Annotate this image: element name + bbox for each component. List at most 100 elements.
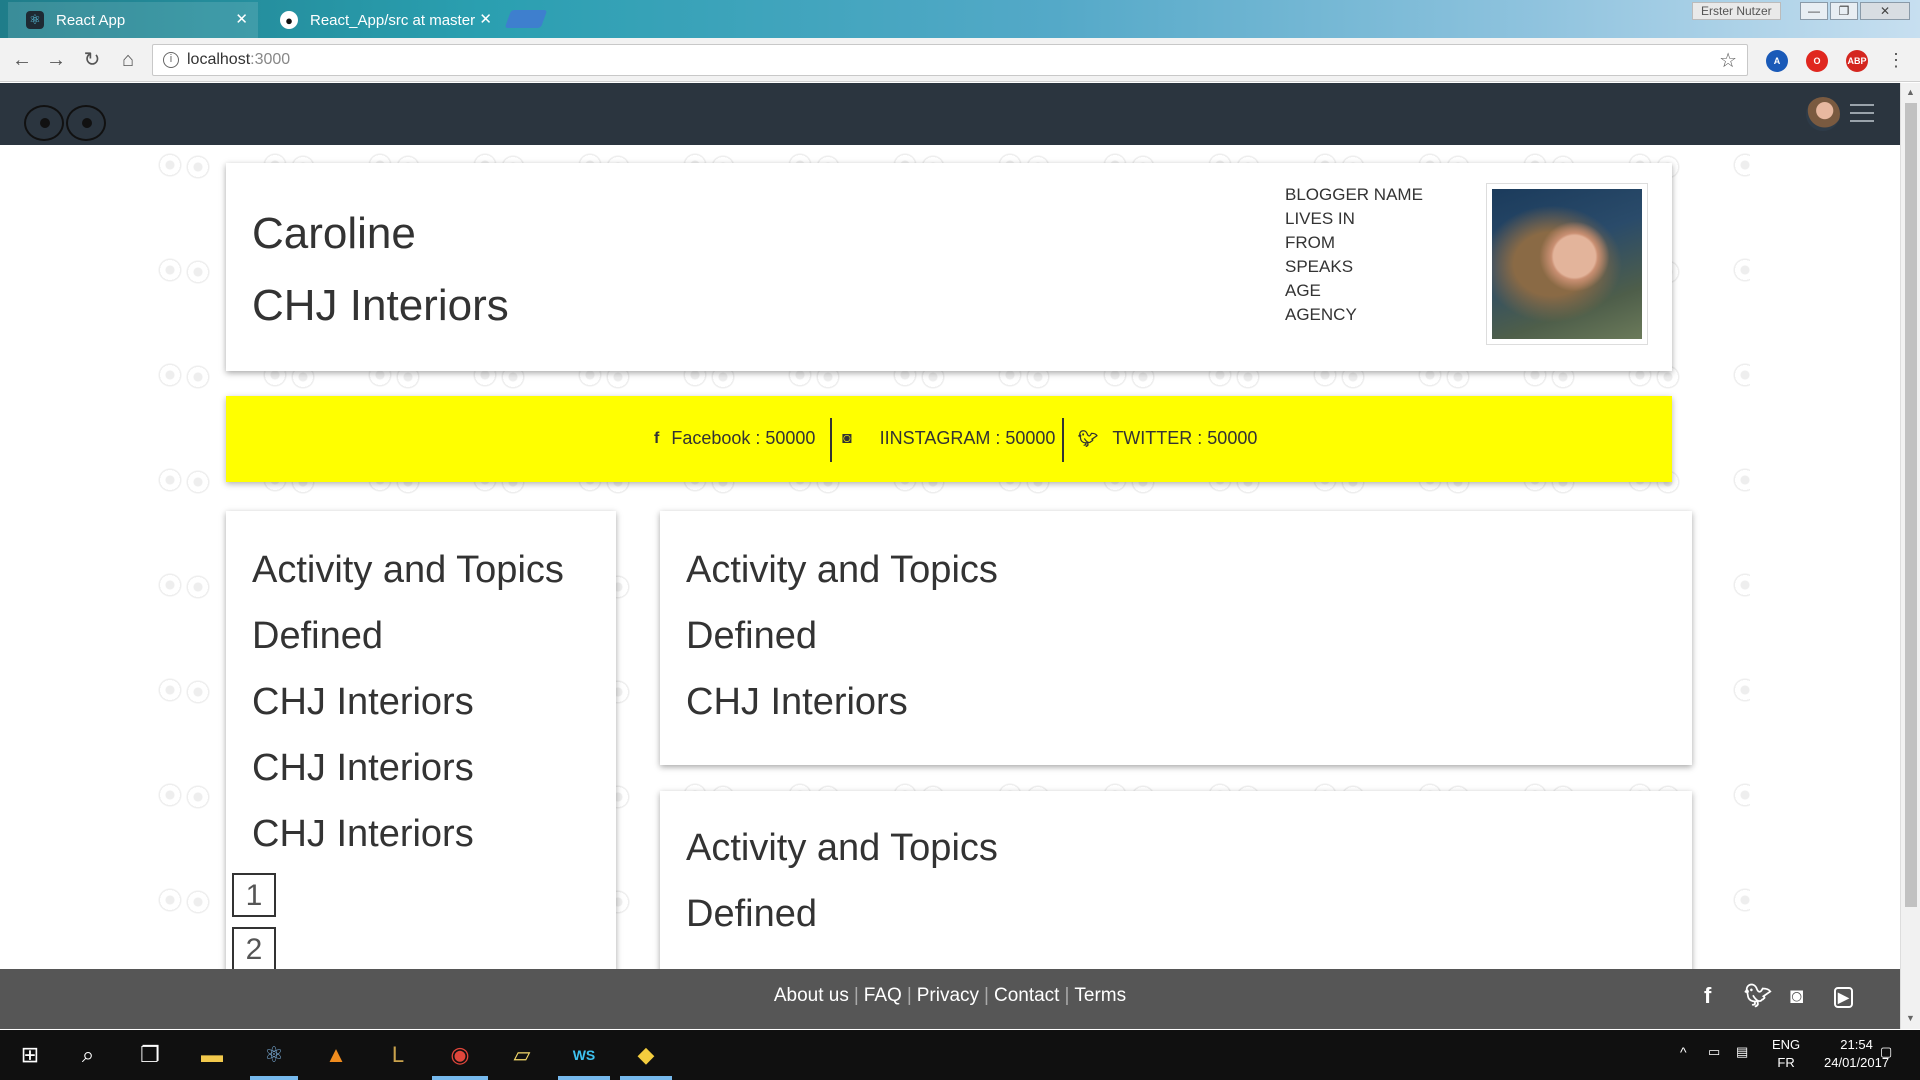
instagram-icon[interactable]: ◙ <box>1790 983 1803 1009</box>
field-from: FROM <box>1285 233 1336 252</box>
profile-photo <box>1486 183 1648 345</box>
browser-toolbar: ← → ↻ ⌂ i localhost:3000 ☆ A O ABP ⋮ <box>0 38 1920 82</box>
divider <box>1062 418 1064 462</box>
page-scrollbar[interactable]: ▲ ▼ <box>1900 83 1920 1029</box>
adblock-extension-icon[interactable]: ABP <box>1846 50 1868 72</box>
close-window-icon[interactable]: ✕ <box>1860 2 1910 20</box>
instagram-icon: ◙ <box>842 429 852 447</box>
field-age: AGE <box>1285 281 1321 300</box>
battery-icon[interactable]: ▭ <box>1708 1044 1720 1060</box>
influhunt-logo[interactable] <box>24 95 134 141</box>
restore-icon[interactable]: ❐ <box>1830 2 1858 20</box>
page-footer: About us | FAQ | Privacy | Contact | Terms f 🐦︎ … <box>0 969 1900 1029</box>
facebook-stat[interactable]: f Facebook : 50000 <box>654 428 815 449</box>
social-stats-bar: f Facebook : 50000 ◙ IINSTAGRAM : 50000 … <box>226 396 1672 482</box>
vlc-icon[interactable]: ▲ <box>320 1038 352 1072</box>
active-indicator <box>620 1076 672 1080</box>
home-icon[interactable]: ⌂ <box>114 46 142 74</box>
windows-taskbar: ⊞ ⌕ ❐ ▬ ⚛ ▲ L ◉ ▱ WS ◆ ^ ▭ ▤ ENG FR 21:5… <box>0 1030 1920 1080</box>
minimize-icon[interactable]: — <box>1800 2 1828 20</box>
url-text: localhost:3000 <box>187 51 291 68</box>
card-line: Defined <box>686 615 817 657</box>
folder-icon[interactable]: ▱ <box>506 1038 538 1072</box>
facebook-icon: f <box>654 429 660 447</box>
profile-fields: BLOGGER NAME LIVES IN FROM SPEAKS AGE AG… <box>1285 183 1423 327</box>
windows-start-icon[interactable]: ⊞ <box>14 1038 46 1072</box>
tab-github[interactable]: ● React_App/src at master ✕ <box>262 2 502 38</box>
back-icon[interactable]: ← <box>8 46 36 74</box>
user-avatar[interactable] <box>1806 97 1840 131</box>
hamburger-menu-icon[interactable] <box>1850 104 1874 122</box>
active-indicator <box>558 1076 610 1080</box>
task-view-icon[interactable]: ❐ <box>134 1038 166 1072</box>
divider <box>830 418 832 462</box>
active-indicator <box>432 1076 488 1080</box>
list-item: CHJ Interiors <box>252 681 474 723</box>
translate-extension-icon[interactable]: A <box>1766 50 1788 72</box>
git-kraken-icon[interactable]: ◆ <box>630 1038 662 1072</box>
profile-user-chip[interactable]: Erster Nutzer <box>1692 2 1781 20</box>
webstorm-icon[interactable]: WS <box>568 1038 600 1072</box>
new-tab-button[interactable] <box>504 10 548 28</box>
address-bar[interactable]: i localhost:3000 ☆ <box>152 44 1748 76</box>
footer-links: About us | FAQ | Privacy | Contact | Terms <box>773 985 1127 1006</box>
footer-link-about[interactable]: About us <box>774 985 849 1006</box>
file-explorer-icon[interactable]: ▬ <box>196 1038 228 1072</box>
reload-icon[interactable]: ↻ <box>78 46 106 74</box>
list-item: CHJ Interiors <box>252 747 474 789</box>
scroll-down-icon[interactable]: ▼ <box>1906 1013 1915 1023</box>
card-heading: Activity and Topics <box>686 827 998 869</box>
scroll-up-icon[interactable]: ▲ <box>1906 87 1915 97</box>
logo-eye-left-icon <box>24 105 64 141</box>
tab-react-app[interactable]: ⚛ React App ✕ <box>8 2 258 38</box>
field-lives-in: LIVES IN <box>1285 209 1355 228</box>
footer-link-faq[interactable]: FAQ <box>864 985 902 1006</box>
card-line: Defined <box>686 893 817 935</box>
list-item: Defined <box>252 615 383 657</box>
close-tab-icon[interactable]: ✕ <box>479 10 492 28</box>
logo-eye-right-icon <box>66 105 106 141</box>
chrome-icon[interactable]: ◉ <box>444 1038 476 1072</box>
network-icon[interactable]: ▤ <box>1736 1044 1748 1060</box>
notifications-icon[interactable]: ▢ <box>1880 1044 1892 1060</box>
footer-link-contact[interactable]: Contact <box>994 985 1059 1006</box>
list-item: Activity and Topics <box>252 549 564 591</box>
forward-icon[interactable]: → <box>42 46 70 74</box>
footer-link-terms[interactable]: Terms <box>1074 985 1126 1006</box>
field-speaks: SPEAKS <box>1285 257 1354 276</box>
tray-expand-icon[interactable]: ^ <box>1680 1044 1687 1060</box>
facebook-icon[interactable]: f <box>1704 983 1711 1009</box>
page-button-2[interactable]: 2 <box>232 927 276 971</box>
card-line: CHJ Interiors <box>686 681 908 723</box>
twitter-icon[interactable]: 🐦︎ <box>1744 983 1772 1009</box>
page-button-1[interactable]: 1 <box>232 873 276 917</box>
activity-card-1: Activity and Topics Defined CHJ Interior… <box>660 511 1692 765</box>
tab-title: React_App/src at master <box>310 11 476 29</box>
list-item: CHJ Interiors <box>252 813 474 855</box>
close-tab-icon[interactable]: ✕ <box>235 10 248 28</box>
twitter-icon: 🐦︎ <box>1078 430 1099 448</box>
activity-list-card: Activity and Topics Defined CHJ Interior… <box>226 511 616 1029</box>
league-of-legends-icon[interactable]: L <box>382 1038 414 1072</box>
youtube-icon[interactable]: ▶ <box>1834 987 1853 1008</box>
profile-company: CHJ Interiors <box>252 281 509 330</box>
site-info-icon[interactable]: i <box>163 52 179 68</box>
react-icon: ⚛ <box>26 11 44 29</box>
instagram-stat[interactable]: ◙ IINSTAGRAM : 50000 <box>842 428 1055 449</box>
chrome-menu-icon[interactable]: ⋮ <box>1882 46 1910 74</box>
bookmark-star-icon[interactable]: ☆ <box>1719 48 1737 73</box>
atom-app-icon[interactable]: ⚛ <box>258 1038 290 1072</box>
browser-tab-strip: ⚛ React App ✕ ● React_App/src at master … <box>0 0 1920 38</box>
footer-link-privacy[interactable]: Privacy <box>917 985 979 1006</box>
tab-title: React App <box>56 11 126 29</box>
language-indicator[interactable]: ENG FR <box>1772 1036 1800 1072</box>
card-heading: Activity and Topics <box>686 549 998 591</box>
twitter-stat[interactable]: 🐦︎ TWITTER : 50000 <box>1078 428 1257 449</box>
search-icon[interactable]: ⌕ <box>72 1038 104 1072</box>
field-blogger-name: BLOGGER NAME <box>1285 185 1423 204</box>
page-viewport: Caroline CHJ Interiors BLOGGER NAME LIVE… <box>0 83 1900 1029</box>
profile-card: Caroline CHJ Interiors BLOGGER NAME LIVE… <box>226 163 1672 371</box>
opera-extension-icon[interactable]: O <box>1806 50 1828 72</box>
app-navbar <box>0 83 1900 145</box>
scrollbar-thumb[interactable] <box>1905 103 1917 907</box>
